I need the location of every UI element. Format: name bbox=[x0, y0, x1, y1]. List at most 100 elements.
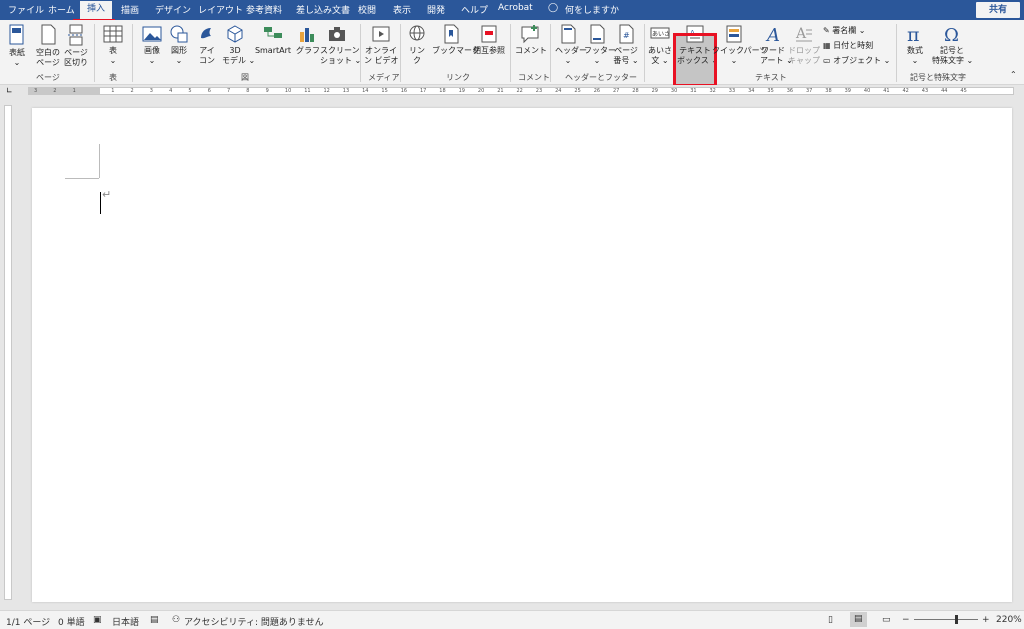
zoom-out-icon[interactable]: − bbox=[902, 615, 910, 625]
equation-button[interactable]: π 数式 ⌄ bbox=[900, 24, 930, 66]
ruler-number: 1 bbox=[72, 88, 76, 94]
chart-button[interactable]: グラフ bbox=[296, 24, 320, 56]
blank-page-button[interactable]: 空白の ページ bbox=[34, 24, 62, 68]
tab-developer[interactable]: 開発 bbox=[427, 3, 445, 16]
wordart-button[interactable]: A ワード アート ⌄ bbox=[760, 24, 793, 66]
online-video-button[interactable]: オンライン ビデオ bbox=[364, 24, 399, 66]
ruler-number: 32 bbox=[709, 88, 716, 94]
ruler-number: 8 bbox=[246, 88, 250, 94]
footer-button[interactable]: フッター ⌄ bbox=[584, 24, 616, 66]
macro-icon[interactable]: ▤ bbox=[150, 615, 159, 625]
date-time-button[interactable]: ▦ 日付と時刻 bbox=[823, 40, 873, 51]
ruler-number: 26 bbox=[593, 88, 601, 94]
group-label-table: 表 bbox=[109, 73, 117, 82]
shapes-button[interactable]: 図形 ⌄ bbox=[167, 24, 191, 66]
group-separator bbox=[550, 24, 551, 82]
ruler-number: 44 bbox=[941, 88, 948, 94]
ruler-number: 38 bbox=[825, 88, 832, 94]
object-button[interactable]: ▭ オブジェクト ⌄ bbox=[823, 55, 890, 66]
zoom-in-icon[interactable]: + bbox=[982, 615, 990, 625]
greeting-button[interactable]: あいさつ あいさ文 ⌄ bbox=[648, 24, 672, 66]
collapse-ribbon-icon[interactable]: ⌃ bbox=[1010, 70, 1017, 79]
tab-review[interactable]: 校閲 bbox=[358, 3, 376, 16]
print-layout-icon[interactable]: ▤ bbox=[850, 612, 867, 627]
group-separator bbox=[896, 24, 897, 82]
horizontal-ruler[interactable]: ∟ 3 2 1 1 2 3 4 5 6 7 8 9 10 11 12 13 14 15 16 17 18 19 20 21 22… bbox=[0, 85, 1024, 97]
link-button[interactable]: リンク bbox=[406, 24, 428, 66]
tab-draw[interactable]: 描画 bbox=[121, 3, 139, 16]
zoom-slider[interactable] bbox=[914, 619, 978, 620]
page-count[interactable]: 1/1 ページ bbox=[6, 615, 50, 628]
header-button[interactable]: ヘッダー ⌄ bbox=[555, 24, 587, 66]
tab-insert[interactable]: 挿入 bbox=[80, 1, 113, 20]
tab-selector-icon[interactable]: ∟ bbox=[6, 86, 13, 95]
group-label-illustrations: 図 bbox=[241, 73, 249, 82]
read-mode-icon[interactable]: ▯ bbox=[828, 615, 833, 625]
share-button[interactable]: 共有 bbox=[976, 2, 1020, 18]
cube-icon bbox=[227, 25, 243, 43]
language-indicator[interactable]: 日本語 bbox=[112, 615, 139, 628]
pictures-button[interactable]: 画像 ⌄ bbox=[140, 24, 164, 66]
ruler-number: 36 bbox=[786, 88, 794, 94]
cover-page-button[interactable]: 表紙 ⌄ bbox=[4, 24, 30, 68]
ruler-number: 1 bbox=[111, 88, 115, 94]
word-count[interactable]: 0 単語 bbox=[58, 615, 85, 628]
ruler-number: 3 bbox=[34, 88, 38, 94]
comment-button[interactable]: コメント bbox=[515, 24, 547, 56]
ruler-number: 31 bbox=[690, 88, 697, 94]
ruler-number: 12 bbox=[323, 88, 330, 94]
group-label-media: メディア bbox=[368, 73, 400, 82]
signature-line-button[interactable]: ✎ 署名欄 ⌄ bbox=[823, 25, 866, 36]
ruler-number: 42 bbox=[902, 88, 909, 94]
tab-mailings[interactable]: 差し込み文書 bbox=[296, 3, 350, 16]
vertical-ruler[interactable] bbox=[4, 105, 12, 600]
zoom-level[interactable]: 220% bbox=[996, 615, 1022, 625]
ruler-number: 34 bbox=[748, 88, 755, 94]
ruler-number: 35 bbox=[767, 88, 774, 94]
ribbon: 表紙 ⌄ 空白の ページ ページ 区切り ページ 表 ⌄ 表 画像 ⌄ 図形 ⌄ アイ コン … bbox=[0, 20, 1024, 87]
quick-parts-button[interactable]: クイックパーツ ⌄ bbox=[712, 24, 767, 66]
tab-help[interactable]: ヘルプ bbox=[461, 3, 488, 16]
ruler-number: 6 bbox=[207, 88, 211, 94]
table-icon bbox=[103, 25, 123, 43]
table-button[interactable]: 表 ⌄ bbox=[102, 24, 124, 66]
page-number-button[interactable]: # ページ 番号 ⌄ bbox=[613, 24, 639, 66]
ruler-number: 2 bbox=[53, 88, 57, 94]
ruler-number: 45 bbox=[960, 88, 967, 94]
web-layout-icon[interactable]: ▭ bbox=[882, 615, 891, 625]
tab-file[interactable]: ファイル bbox=[8, 3, 44, 16]
tab-acrobat[interactable]: Acrobat bbox=[498, 3, 533, 13]
symbol-button[interactable]: Ω 記号と 特殊文字 ⌄ bbox=[932, 24, 973, 66]
tab-design[interactable]: デザイン bbox=[155, 3, 191, 16]
lightbulb-icon: ◯ bbox=[548, 3, 559, 13]
drop-cap-button[interactable]: A ドロップ キャップ ⌄ bbox=[788, 24, 829, 66]
tab-references[interactable]: 参考資料 bbox=[246, 3, 282, 16]
ruler-number: 7 bbox=[227, 88, 231, 94]
3d-models-button[interactable]: 3D モデル ⌄ bbox=[222, 24, 255, 66]
pi-icon: π bbox=[907, 24, 920, 44]
tab-view[interactable]: 表示 bbox=[393, 3, 411, 16]
document-page[interactable]: ↵ bbox=[32, 108, 1012, 602]
zoom-slider-thumb[interactable] bbox=[955, 615, 958, 624]
picture-icon bbox=[142, 26, 162, 42]
bookmark-button[interactable]: ブックマーク bbox=[432, 24, 480, 56]
icons-button[interactable]: アイ コン bbox=[197, 24, 217, 66]
group-label-pages: ページ bbox=[36, 73, 60, 82]
screenshot-button[interactable]: スクリーン ショット ⌄ bbox=[320, 24, 361, 66]
smartart-button[interactable]: SmartArt bbox=[254, 24, 292, 56]
group-label-symbols: 記号と特殊文字 bbox=[910, 73, 966, 82]
tab-home[interactable]: ホーム bbox=[48, 3, 75, 16]
wordart-icon: A bbox=[765, 25, 780, 44]
ruler-number: 2 bbox=[130, 88, 134, 94]
cross-reference-button[interactable]: 相互参照 bbox=[472, 24, 506, 56]
accessibility-status[interactable]: アクセシビリティ: 問題ありません bbox=[184, 615, 324, 628]
ruler-number: 33 bbox=[728, 88, 736, 94]
tab-layout[interactable]: レイアウト bbox=[198, 3, 243, 16]
svg-text:π: π bbox=[907, 24, 920, 44]
group-label-links: リンク bbox=[446, 73, 470, 82]
page-break-button[interactable]: ページ 区切り bbox=[64, 24, 88, 68]
ruler-number: 17 bbox=[420, 88, 427, 94]
proofing-icon[interactable]: ▣ bbox=[93, 615, 102, 625]
tell-me-search[interactable]: 何をしますか bbox=[565, 3, 619, 16]
object-icon: ▭ bbox=[823, 56, 831, 65]
